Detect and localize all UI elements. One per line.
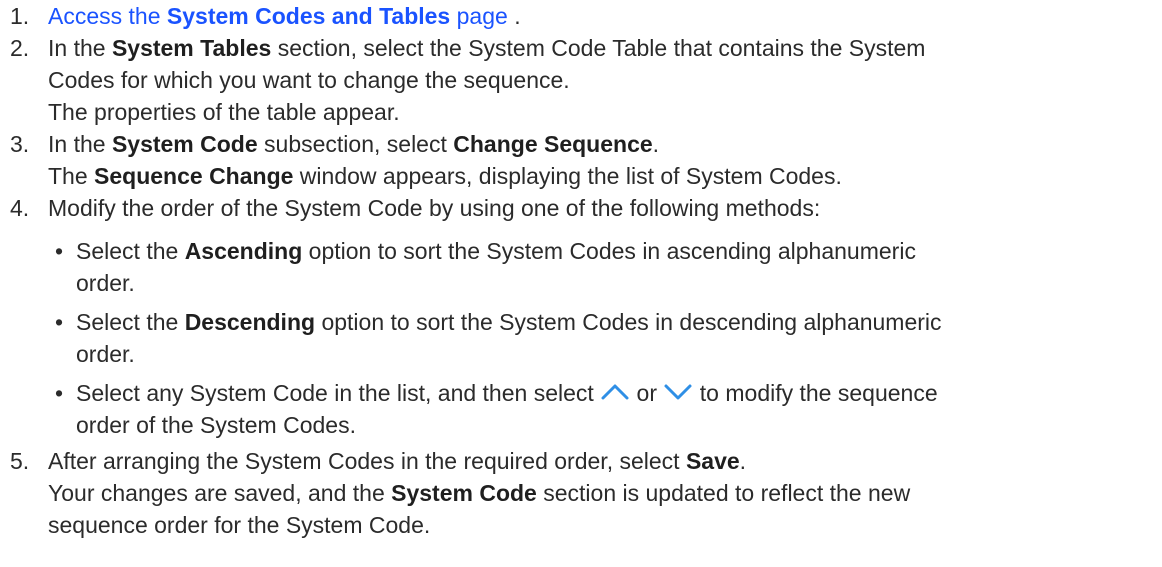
chevron-down-icon — [663, 381, 693, 403]
step-text: In the System Code subsection, select Ch… — [48, 131, 660, 157]
step-result: Your changes are saved, and the System C… — [48, 480, 911, 506]
step-3: 3. In the System Code subsection, select… — [0, 128, 1162, 192]
step-result: The properties of the table appear. — [48, 99, 400, 125]
steps-list: 1. Access the System Codes and Tables pa… — [0, 0, 1162, 541]
step-2: 2. In the System Tables section, select … — [0, 32, 1162, 128]
chevron-up-icon — [600, 381, 630, 403]
step-number: 4. — [10, 195, 30, 221]
step-number: 5. — [10, 448, 30, 474]
bullet: • — [55, 380, 64, 406]
system-codes-tables-link[interactable]: Access the System Codes and Tables page — [48, 3, 514, 29]
procedure-document: 1. Access the System Codes and Tables pa… — [0, 0, 1162, 541]
step-1: 1. Access the System Codes and Tables pa… — [0, 0, 1162, 32]
step-result-continued: sequence order for the System Code. — [48, 512, 431, 538]
bullet: • — [55, 238, 64, 264]
step-number: 2. — [10, 35, 30, 61]
methods-list: • Select the Ascending option to sort th… — [48, 235, 1162, 441]
method-descending: • Select the Descending option to sort t… — [48, 306, 1162, 370]
step-text-continued: Codes for which you want to change the s… — [48, 67, 570, 93]
step-text: In the System Tables section, select the… — [48, 35, 926, 61]
bullet: • — [55, 309, 64, 335]
method-ascending: • Select the Ascending option to sort th… — [48, 235, 1162, 299]
step-4: 4. Modify the order of the System Code b… — [0, 192, 1162, 441]
step-result: The Sequence Change window appears, disp… — [48, 163, 842, 189]
step-text: Modify the order of the System Code by u… — [48, 195, 821, 221]
method-manual-reorder: • Select any System Code in the list, an… — [48, 377, 1162, 441]
step-5: 5. After arranging the System Codes in t… — [0, 445, 1162, 541]
step-number: 1. — [10, 3, 30, 29]
step-text: After arranging the System Codes in the … — [48, 448, 747, 474]
step-number: 3. — [10, 131, 30, 157]
